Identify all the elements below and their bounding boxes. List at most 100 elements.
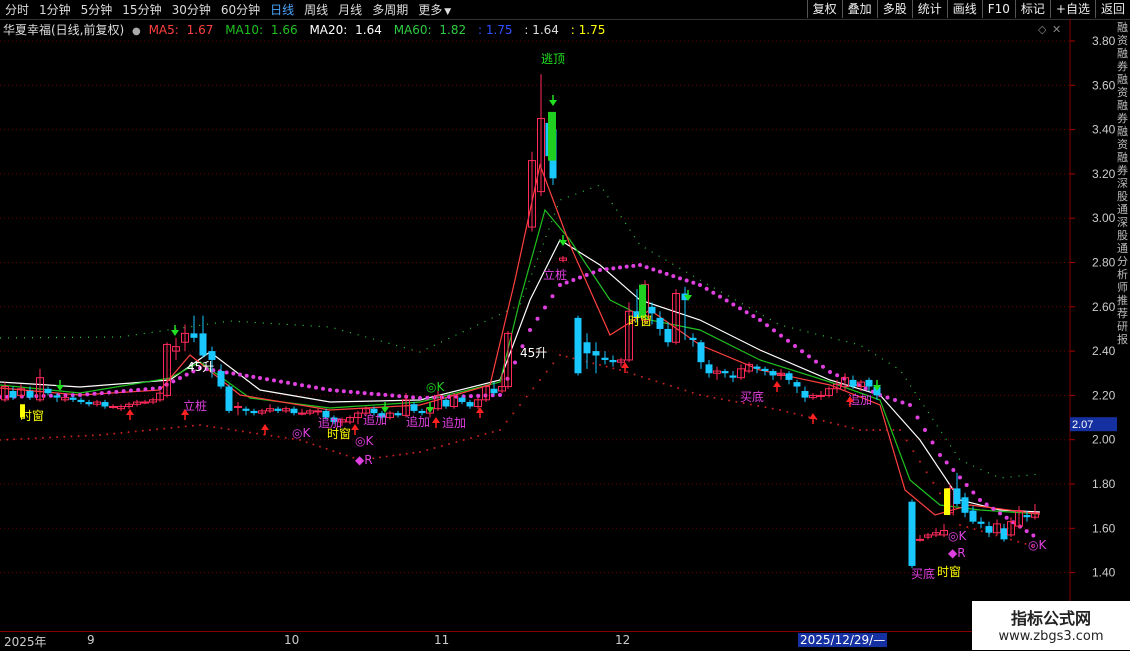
lower-band-dot [419,451,421,453]
signal-add: 追加 [363,412,387,427]
add-favorite-button[interactable]: +自选 [1049,0,1095,18]
band-dot [807,354,811,359]
lower-band-dot [77,435,80,438]
lower-band-dot [433,447,436,449]
band-dot [571,278,576,282]
tab-60min[interactable]: 60分钟 [216,1,265,18]
candle-body-up [234,405,242,408]
band-dot [578,275,582,280]
lower-band-dot [764,406,767,409]
band-dot [158,386,162,390]
band-dot [224,370,229,375]
lower-band-dot [339,452,341,455]
extra-value-3: : 1.75 [570,23,606,37]
lower-band-dot [800,414,803,417]
tab-weekly[interactable]: 周线 [299,1,333,18]
date-month-9: 9 [87,633,95,647]
band-dot [341,389,346,394]
band-dot [800,349,804,354]
settings-icon[interactable]: ● [132,26,141,37]
lower-band-dot [399,453,401,456]
tab-5min[interactable]: 5分钟 [76,1,118,18]
band-dot [978,498,982,502]
up-arrow-icon [809,413,817,419]
lower-band-dot [199,424,201,426]
lower-band-dot [872,429,875,431]
band-dot [644,265,649,270]
lower-band-dot [405,452,408,455]
lower-band-dot [720,398,723,401]
band-dot [835,373,840,378]
candle-body-down [793,382,801,387]
right-buttons: 复权 叠加 多股 统计 画线 F10 标记 +自选 返回 [806,0,1130,19]
fuquan-button[interactable]: 复权 [806,0,842,18]
lower-band-dot [779,409,781,411]
lower-band-dot [1009,538,1012,541]
band-dot [78,393,82,397]
multi-stock-button[interactable]: 多股 [876,0,912,18]
overlay-button[interactable]: 叠加 [841,0,877,18]
tab-fenshi[interactable]: 分时 [0,1,34,18]
signal-ok: ◎K [292,426,311,440]
lower-band-dot [519,404,521,406]
tab-multi-period[interactable]: 多周期 [367,1,413,18]
lower-band-dot [332,450,335,453]
band-dot [618,265,622,270]
price-tick-label: 3.60 [1092,78,1116,92]
band-dot [724,298,729,303]
lower-band-dot [605,365,608,368]
tab-15min[interactable]: 15分钟 [117,1,166,18]
lower-band-dot [325,447,328,450]
tab-daily[interactable]: 日线 [265,1,299,18]
signal-45-rise: 45升 [187,360,214,374]
cursor-date: 2025/12/29/— [798,633,888,647]
lower-band-dot [448,443,451,445]
lower-band-dot [640,375,643,378]
band-dot [476,393,481,398]
draw-line-button[interactable]: 画线 [946,0,982,18]
lower-band-dot [691,391,694,394]
candle-body-down [77,399,85,403]
tab-1min[interactable]: 1分钟 [34,1,76,18]
lower-band-dot [545,370,548,373]
band-dot [885,395,890,400]
tab-more[interactable]: 更多 ▼ [413,1,456,18]
extra-1-number: 1.75 [485,23,513,37]
candle-body-down [274,408,282,411]
kline-chart[interactable]: 3.80 3.60 3.40 3.20 3.00 2.80 2.60 2.40 2.20 2.00… [0,19,1130,631]
candle-body-down [190,333,198,338]
price-tick-label: 1.80 [1092,477,1116,491]
down-arrow-icon [56,385,64,391]
f10-button[interactable]: F10 [981,0,1015,18]
band-dot [238,372,242,377]
lower-band-dot [163,427,166,430]
band-dot [779,333,783,338]
lower-band-dot [184,425,187,428]
band-dot [1004,515,1009,520]
candle-body-up [817,394,825,397]
lower-band-dot [1017,540,1020,543]
band-dot [383,392,388,397]
price-tick-label: 3.20 [1092,167,1116,181]
lower-band-dot [786,410,789,413]
signal-time-window: 时窗 [937,565,961,579]
lower-band-dot [572,357,575,360]
band-dot [658,269,662,274]
signal-time-window: 时窗 [628,314,652,328]
up-arrow-icon [773,381,781,387]
current-price-label: 2.07 [1072,419,1093,431]
down-arrow-icon [426,407,434,413]
mark-button[interactable]: 标记 [1014,0,1050,18]
candle-body-down [418,410,426,414]
tab-30min[interactable]: 30分钟 [167,1,216,18]
band-dot [513,360,517,365]
stats-button[interactable]: 统计 [911,0,947,18]
back-button[interactable]: 返回 [1094,0,1130,18]
lower-band-dot [499,429,501,431]
band-dot [107,390,112,395]
tab-monthly[interactable]: 月线 [333,1,367,18]
band-dot [664,271,669,276]
lower-band-dot [220,427,223,430]
candle-body-down [199,333,207,356]
lower-band-dot [1024,542,1027,545]
